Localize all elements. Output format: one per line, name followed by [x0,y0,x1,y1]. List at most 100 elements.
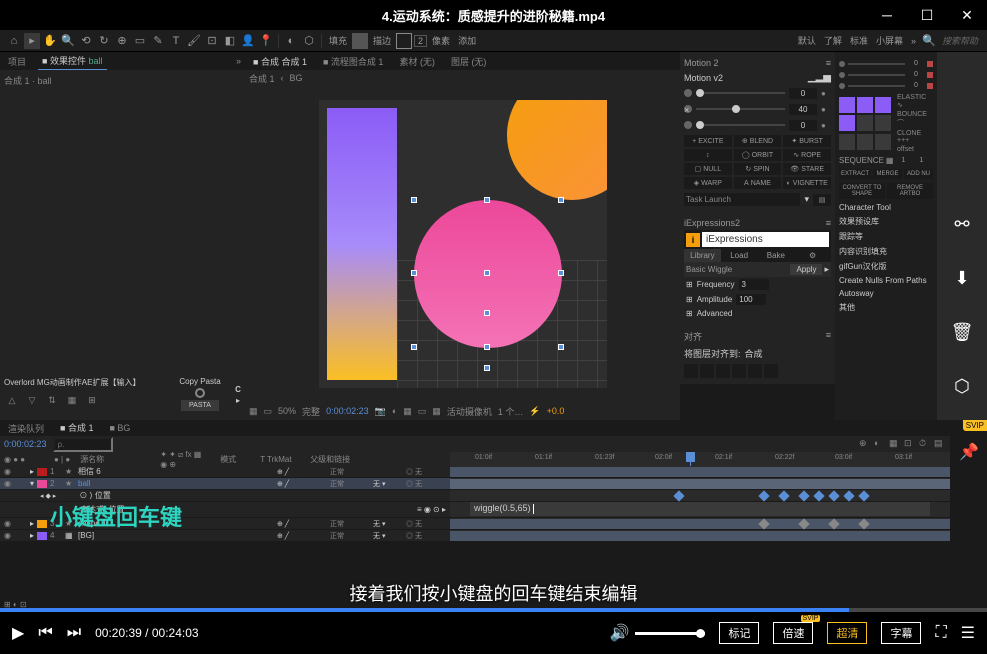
gifgun-link[interactable]: gifGun汉化版 [839,259,933,274]
mask-tool[interactable]: ◐ [283,33,299,49]
tl-icon-3[interactable]: ▦ [889,438,901,450]
anchor-bc[interactable] [857,134,873,150]
anchor-handle[interactable] [484,270,490,276]
addnull-button[interactable]: ADD NU [904,169,933,179]
ease-mid-dot[interactable]: × [684,105,692,113]
task-run-button[interactable]: ▤ [813,194,831,206]
red-marker[interactable] [927,83,933,89]
stroke-width[interactable]: 2 [414,35,427,47]
align-left-icon[interactable] [684,364,698,378]
grid-toggle-icon[interactable]: ▦ [249,406,258,417]
timeline-search[interactable] [53,437,113,452]
spin-button[interactable]: ↻ SPIN [734,163,782,175]
expand-icon[interactable]: ▸ [824,264,829,275]
share-icon[interactable]: ⚯ [950,212,974,236]
warp-button[interactable]: ◈ WARP [684,177,732,189]
orbit-button[interactable]: ◯ ORBIT [734,149,782,161]
keyframe[interactable] [758,490,769,501]
zoom-tool[interactable]: 🔍 [60,33,76,49]
project-tab[interactable]: 项目 [4,53,30,70]
layer-color[interactable] [37,468,47,476]
snapshot-icon[interactable]: 📷 [375,406,386,417]
keyframe[interactable] [673,490,684,501]
layer-name[interactable]: ball [78,479,274,488]
minimize-button[interactable]: ─ [867,0,907,30]
effect-controls-tab[interactable]: ■ 效果控件 ball [38,52,106,70]
selection-tool[interactable]: ▸ [24,33,40,49]
layer-tab[interactable]: 图层 (无) [447,53,491,70]
puppet-tool[interactable]: 📍 [258,33,274,49]
workspace-standard[interactable]: 标准 [847,34,871,47]
tl-icon-4[interactable]: ⊡ [904,438,916,450]
ov-icon-4[interactable]: ▦ [64,392,80,408]
volume-icon[interactable]: 🔊 [610,623,630,643]
align-right-icon[interactable] [716,364,730,378]
anchor-br[interactable] [875,134,891,150]
mark-button[interactable]: 标记 [719,622,759,644]
home-icon[interactable]: ⌂ [6,33,22,49]
value[interactable]: 0 [908,82,924,89]
clone-mode[interactable]: CLONE +++ [897,129,933,145]
workspace-small[interactable]: 小屏幕 [873,34,906,47]
crumb-2[interactable]: BG [290,73,303,83]
current-time[interactable]: 0:00:02:23 [4,439,47,449]
ov-icon-2[interactable]: ▽ [24,392,40,408]
handle[interactable] [484,365,490,371]
keyframe[interactable] [828,490,839,501]
workspace-default[interactable]: 默认 [795,34,819,47]
keyframe[interactable] [778,490,789,501]
brush-tool[interactable]: 🖌 [186,33,202,49]
stamp-tool[interactable]: ⊡ [204,33,220,49]
ov-icon-5[interactable]: ⊞ [84,392,100,408]
orbit-tool[interactable]: ⟲ [78,33,94,49]
keyframe[interactable] [858,490,869,501]
slider[interactable] [696,87,785,99]
anchor-tr[interactable] [875,97,891,113]
fullscreen-button[interactable]: ⛶ [935,624,946,642]
align-top-icon[interactable] [732,364,746,378]
stroke-swatch[interactable] [396,33,412,49]
search-help[interactable]: 搜索帮助 [939,34,981,47]
camera-dropdown[interactable]: 活动摄像机 [447,405,492,418]
red-marker[interactable] [927,72,933,78]
panel-menu-icon[interactable]: ≡ [826,330,831,343]
fast-preview-icon[interactable]: ⚡ [529,406,540,417]
expand-icon[interactable]: ▸ [30,531,34,540]
seq-icon[interactable]: ▦ [886,156,894,165]
delete-icon[interactable]: 🗑 [950,320,974,344]
bg-timeline-tab[interactable]: ■ BG [105,421,134,435]
fill-swatch[interactable] [352,33,368,49]
stare-button[interactable]: 👁 STARE [783,163,831,175]
slider[interactable] [696,103,785,115]
handle[interactable] [411,197,417,203]
handle[interactable] [558,197,564,203]
handle[interactable] [411,344,417,350]
align-target-dropdown[interactable]: 合成 [745,347,763,360]
jump-button[interactable]: ↕ [684,149,732,161]
elastic-mode[interactable]: ELASTIC ∿ [897,93,933,110]
p-icon[interactable]: ▸ [236,396,240,405]
bake-tab[interactable]: Bake [758,249,795,262]
anchor-ml[interactable] [839,115,855,131]
anchor-tl[interactable] [839,97,855,113]
footage-tab[interactable]: 素材 (无) [395,53,439,70]
slider[interactable] [848,63,905,65]
panel-menu-icon[interactable]: » [236,56,241,66]
anchor-mr[interactable] [875,115,891,131]
keyframe[interactable] [843,490,854,501]
vignette-button[interactable]: ◐ VIGNETTE [783,177,831,189]
playlist-button[interactable]: ☰ [961,623,975,643]
other-link[interactable]: 其他 [839,300,933,315]
layer-color[interactable] [37,480,47,488]
time-ruler[interactable]: 01:0if 01:1if 01:23f 02:0if 02:1if 02:22… [450,452,950,466]
tl-icon-5[interactable]: ⏱ [919,438,931,450]
transparency-icon[interactable]: ▦ [403,406,412,417]
volume-slider[interactable] [635,632,705,635]
comp-timeline-tab[interactable]: ■ 合成 1 [56,419,97,437]
value[interactable]: 0 [908,71,924,78]
search-icon[interactable]: 🔍 [921,33,937,49]
workspace-more[interactable]: » [908,36,919,46]
layer-name[interactable]: [BG] [78,531,274,540]
visibility-icon[interactable]: ◉ [4,519,14,528]
remove-button[interactable]: REMOVE ARTBO [887,183,933,199]
